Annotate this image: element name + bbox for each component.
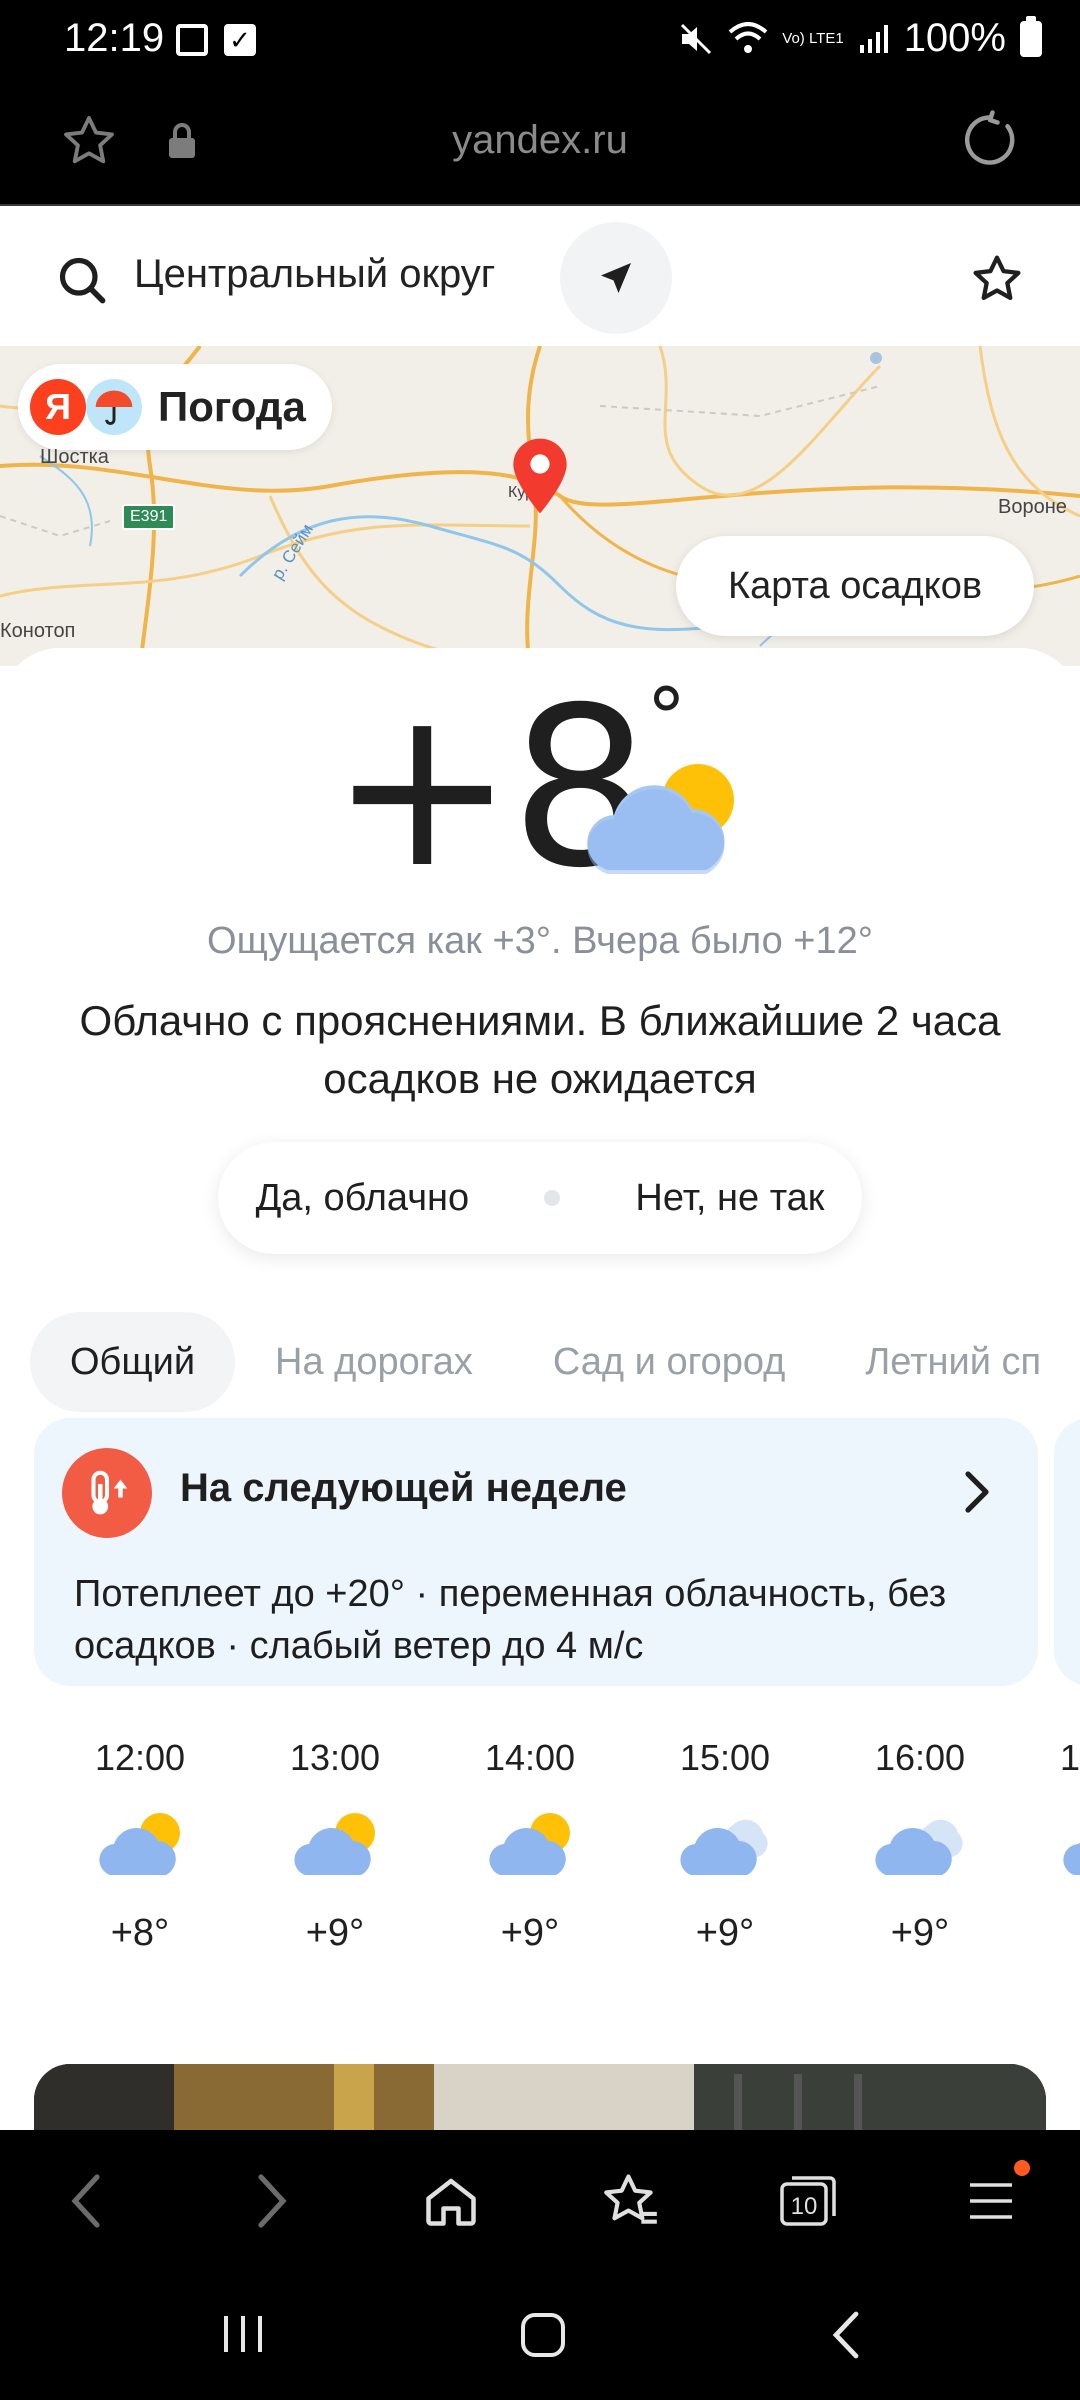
hour-item[interactable]: 12:00 +8° <box>60 1728 220 1968</box>
map-label-shostka: Шостка <box>40 446 109 468</box>
hour-time: 14:00 <box>484 1737 576 1778</box>
map-label-voronezh: Вороне <box>998 496 1067 518</box>
home-icon <box>426 2178 476 2226</box>
next-card-peek[interactable] <box>1054 1418 1080 1686</box>
yandex-weather-brand[interactable]: Я Погода <box>18 364 332 450</box>
navigation-arrow-icon <box>601 263 631 293</box>
category-tabs: Общий На дорогах Сад и огород Летний сп <box>30 1312 1080 1412</box>
hour-temp: +9° <box>695 1912 755 1954</box>
tab-general[interactable]: Общий <box>30 1312 236 1412</box>
cloud-sun-icon <box>99 1813 180 1875</box>
cloud-sun-icon <box>489 1813 570 1875</box>
road-shield-e391: E391 <box>122 504 176 530</box>
tabs-icon: 10 <box>780 2176 836 2226</box>
next-week-title: На следующей неделе <box>180 1466 627 1510</box>
browser-bottom-nav: 10 <box>0 2130 1080 2270</box>
cloud-sun-icon <box>294 1813 375 1875</box>
thermometer-up-icon <box>62 1448 152 1538</box>
signal-icon <box>859 24 888 53</box>
chevron-left-icon <box>71 2174 100 2228</box>
yandex-logo-icon: Я <box>30 379 86 435</box>
network-label: Vo) LTE1 <box>782 29 844 47</box>
feedback-no-button[interactable]: Нет, не так <box>635 1177 824 1220</box>
hour-time: 12:00 <box>94 1737 186 1778</box>
hour-item[interactable]: 15:00 +9° <box>645 1728 805 1968</box>
weather-map[interactable]: Я Погода Шостка Курск Вороне Конотоп р. … <box>0 346 1080 666</box>
tabs-count: 10 <box>791 2193 818 2220</box>
home-circle-icon[interactable] <box>518 2310 568 2360</box>
precipitation-map-button[interactable]: Карта осадков <box>676 536 1034 636</box>
wifi-icon <box>728 21 768 53</box>
bookmarks-star-icon <box>604 2174 657 2224</box>
next-week-card[interactable]: На следующей неделе Потеплеет до +20° · … <box>34 1418 1038 1686</box>
browser-address-bar: yandex.ru <box>0 80 1080 206</box>
gallery-notification-icon <box>176 24 208 56</box>
forward-button[interactable] <box>236 2166 306 2236</box>
feels-like-text: Ощущается как +3°. Вчера было +12° <box>207 920 873 962</box>
tab-garden[interactable]: Сад и огород <box>513 1312 825 1412</box>
location-name[interactable]: Центральный округ <box>134 252 495 297</box>
tab-roads[interactable]: На дорогах <box>235 1312 513 1412</box>
reload-icon[interactable] <box>960 110 1020 170</box>
status-icons: Vo) LTE1 100% <box>678 15 1042 61</box>
mute-icon <box>681 23 712 54</box>
menu-icon <box>970 2183 1012 2219</box>
system-back-icon[interactable] <box>826 2308 866 2362</box>
condition-text: Облачно с прояснениями. В ближайшие 2 ча… <box>79 997 1001 1102</box>
chevron-right-icon <box>258 2174 287 2228</box>
cloudy-icon <box>875 1819 963 1875</box>
battery-percent: 100% <box>903 16 1006 60</box>
hour-temp: +9° <box>890 1912 950 1954</box>
hour-item[interactable]: 16:00 +9° <box>840 1728 1000 1968</box>
status-bar: 12:19 ✓ Vo) LTE1 100% <box>0 0 1080 80</box>
umbrella-logo-icon <box>86 379 142 435</box>
url-field[interactable]: yandex.ru <box>0 118 1080 163</box>
screen: 12:19 ✓ Vo) LTE1 100% yandex.ru Централь… <box>0 0 1080 2400</box>
tabs-button[interactable]: 10 <box>774 2166 844 2236</box>
hour-temp: +9° <box>305 1912 365 1954</box>
menu-button[interactable] <box>956 2160 1030 2236</box>
locate-me-button[interactable] <box>560 222 672 334</box>
tab-summer[interactable]: Летний сп <box>825 1312 1080 1412</box>
degree-sign: ° <box>646 671 687 764</box>
battery-icon <box>1020 15 1042 57</box>
hourly-forecast: 12:00 +8° 13:00 +9° 14:00 +9° 15:00 +9° … <box>0 1728 1080 1988</box>
recent-apps-icon[interactable] <box>218 2312 268 2356</box>
bookmarks-button[interactable] <box>596 2166 666 2236</box>
hour-temp <box>1060 1898 1080 1968</box>
hour-item[interactable]: 14:00 +9° <box>450 1728 610 1968</box>
cloudy-icon <box>1063 1842 1080 1875</box>
weather-card: +8 ° Ощущается как +3°. Вчера было +12° … <box>0 648 1080 2184</box>
favorite-star-icon[interactable] <box>970 252 1024 306</box>
search-icon[interactable] <box>56 254 108 306</box>
home-button[interactable] <box>416 2166 486 2236</box>
cloudy-icon <box>680 1819 768 1875</box>
feedback-pill: Да, облачно Нет, не так <box>218 1142 862 1254</box>
map-label-konotop: Конотоп <box>0 620 76 642</box>
chevron-right-icon <box>965 1471 989 1513</box>
hour-time: 15:00 <box>679 1737 771 1778</box>
hour-time: 1 <box>1060 1737 1080 1778</box>
hour-item[interactable]: 13:00 +9° <box>255 1728 415 1968</box>
feedback-divider-dot <box>544 1190 561 1206</box>
hour-time: 13:00 <box>289 1737 381 1778</box>
back-button[interactable] <box>52 2166 122 2236</box>
notification-dot <box>1014 2160 1030 2176</box>
location-pin-icon <box>513 438 567 514</box>
hour-time: 16:00 <box>874 1737 966 1778</box>
brand-name: Погода <box>158 383 306 430</box>
hour-temp: +8° <box>110 1912 170 1954</box>
location-search-row: Центральный округ <box>0 206 1080 346</box>
feedback-yes-button[interactable]: Да, облачно <box>256 1177 470 1220</box>
system-navigation-bar <box>0 2270 1080 2400</box>
status-time: 12:19 <box>64 16 165 60</box>
cloud-sun-icon <box>587 764 734 874</box>
hour-temp: +9° <box>500 1912 560 1954</box>
hour-item-partial[interactable]: 1 <box>1060 1728 1080 1968</box>
next-week-text: Потеплеет до +20° · переменная облачност… <box>74 1573 947 1667</box>
checkbox-notification-icon: ✓ <box>224 24 256 56</box>
